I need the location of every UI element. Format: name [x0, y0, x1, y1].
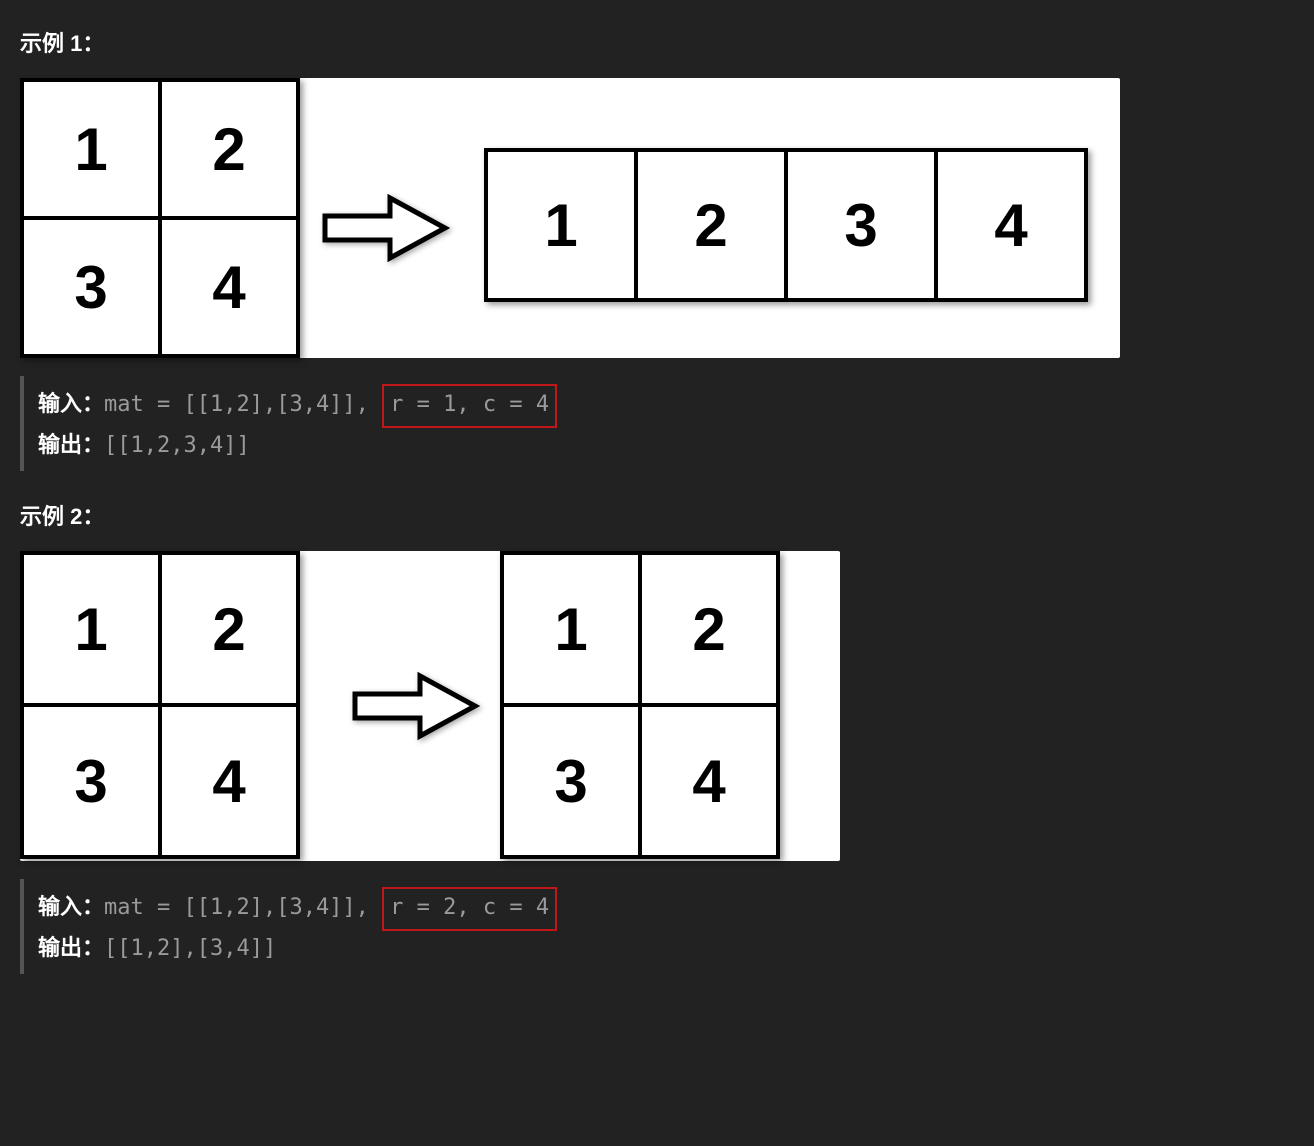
matrix-cell: 2	[636, 150, 786, 300]
matrix-cell: 4	[160, 705, 298, 857]
example-1-title: 示例 1：	[20, 26, 1294, 58]
example-1-output-line: 输出：[[1,2,3,4]]	[38, 428, 1294, 463]
example-2-diagram: 1 2 3 4 1 2 3 4	[20, 551, 840, 861]
matrix-cell: 2	[160, 80, 298, 218]
example-1-diagram: 1 2 3 4 1 2 3 4	[20, 78, 1120, 358]
example-2-input-line: 输入：mat = [[1,2],[3,4]], r = 2, c = 4	[38, 887, 1294, 931]
matrix-cell: 1	[502, 553, 640, 705]
matrix-cell: 4	[640, 705, 778, 857]
input-label: 输入：	[38, 894, 104, 919]
arrow-right-icon	[350, 666, 480, 746]
output-code: [[1,2,3,4]]	[104, 433, 250, 458]
input-code: mat = [[1,2],[3,4]],	[104, 392, 382, 417]
example-1-input-line: 输入：mat = [[1,2],[3,4]], r = 1, c = 4	[38, 384, 1294, 428]
example-1-io: 输入：mat = [[1,2],[3,4]], r = 1, c = 4 输出：…	[20, 376, 1294, 471]
matrix-cell: 3	[786, 150, 936, 300]
matrix-cell: 2	[160, 553, 298, 705]
example-2-title: 示例 2：	[20, 499, 1294, 531]
output-label: 输出：	[38, 432, 104, 457]
example-1-result-matrix: 1 2 3 4	[484, 148, 1088, 302]
input-highlight-box: r = 2, c = 4	[382, 887, 557, 931]
matrix-cell: 2	[640, 553, 778, 705]
matrix-cell: 3	[502, 705, 640, 857]
matrix-cell: 4	[936, 150, 1086, 300]
input-code: mat = [[1,2],[3,4]],	[104, 895, 382, 920]
matrix-cell: 4	[160, 218, 298, 356]
output-label: 输出：	[38, 935, 104, 960]
arrow-right-icon	[320, 188, 450, 268]
matrix-cell: 1	[22, 80, 160, 218]
example-2-source-matrix: 1 2 3 4	[20, 551, 300, 859]
example-2-io: 输入：mat = [[1,2],[3,4]], r = 2, c = 4 输出：…	[20, 879, 1294, 974]
matrix-cell: 3	[22, 218, 160, 356]
matrix-cell: 1	[22, 553, 160, 705]
example-1-source-matrix: 1 2 3 4	[20, 78, 300, 358]
input-label: 输入：	[38, 391, 104, 416]
matrix-cell: 3	[22, 705, 160, 857]
matrix-cell: 1	[486, 150, 636, 300]
example-2-result-matrix: 1 2 3 4	[500, 551, 780, 859]
example-2-output-line: 输出：[[1,2],[3,4]]	[38, 931, 1294, 966]
output-code: [[1,2],[3,4]]	[104, 936, 276, 961]
input-highlight-box: r = 1, c = 4	[382, 384, 557, 428]
